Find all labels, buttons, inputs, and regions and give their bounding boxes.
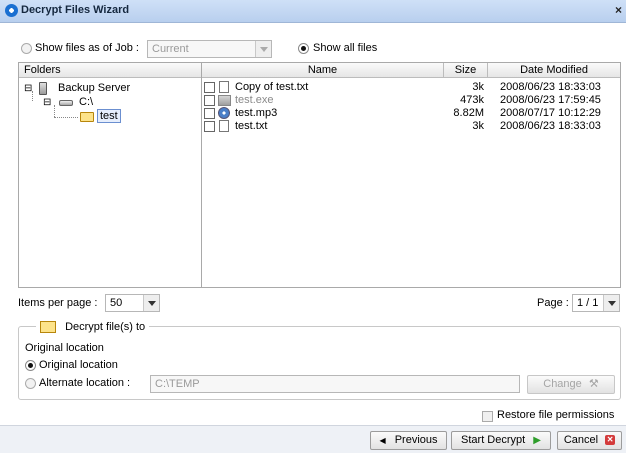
job-select-value: Current: [152, 43, 189, 55]
file-checkbox[interactable]: [204, 95, 215, 106]
decrypt-files-wizard-window: Decrypt Files Wizard × Show files as of …: [0, 0, 626, 453]
page-value: 1 / 1: [577, 297, 599, 309]
tree-node-drive-c[interactable]: ⊟ C:\: [43, 96, 93, 109]
file-date: 2008/06/23 18:33:03: [500, 120, 601, 132]
show-all-option[interactable]: [298, 42, 309, 54]
alternate-location-label: Alternate location :: [39, 377, 131, 389]
file-date: 2008/07/17 10:12:29: [500, 107, 601, 119]
show-by-job-radio[interactable]: [21, 42, 32, 54]
open-folder-icon: [40, 321, 56, 334]
cancel-x-icon: ✕: [605, 435, 616, 446]
tree-node-label-selected: test: [97, 109, 121, 123]
page-label: Page :: [537, 297, 569, 309]
page-select[interactable]: 1 / 1: [572, 294, 620, 312]
tree-node-backup-server[interactable]: ⊟ Backup Server: [24, 82, 130, 95]
file-row[interactable]: Copy of test.txt 3k 2008/06/23 18:33:03: [202, 81, 620, 94]
column-header-name[interactable]: Name: [202, 63, 443, 78]
tree-node-label: C:\: [79, 96, 94, 108]
restore-permissions-label: Restore file permissions: [497, 409, 615, 421]
restore-permissions-checkbox[interactable]: [482, 410, 493, 422]
tree-line: [54, 117, 78, 118]
alternate-location-input[interactable]: C:\TEMP: [150, 375, 520, 393]
folders-header: Folders: [19, 63, 201, 78]
text-file-icon: [219, 81, 229, 93]
file-name: test.exe: [235, 94, 274, 106]
chevron-down-icon: [143, 295, 159, 311]
file-size: 8.82M: [453, 107, 484, 119]
restore-permissions-option[interactable]: [482, 410, 493, 422]
title-bar[interactable]: Decrypt Files Wizard ×: [0, 0, 626, 23]
arrow-left-icon: ◀: [379, 436, 386, 445]
alternate-location-option[interactable]: [25, 377, 36, 389]
column-header-date[interactable]: Date Modified: [488, 63, 620, 78]
show-all-radio[interactable]: [298, 42, 309, 54]
file-date: 2008/06/23 17:59:45: [500, 94, 601, 106]
app-logo-icon: [5, 4, 18, 17]
decrypt-to-title: Decrypt file(s) to: [65, 321, 146, 333]
show-by-job-option[interactable]: [21, 42, 32, 54]
decrypt-to-legend: Decrypt file(s) to: [36, 319, 150, 335]
job-select[interactable]: Current: [147, 40, 272, 58]
file-row[interactable]: test.txt 3k 2008/06/23 18:33:03: [202, 120, 620, 133]
file-row[interactable]: test.mp3 8.82M 2008/07/17 10:12:29: [202, 107, 620, 120]
original-location-option[interactable]: [25, 359, 36, 371]
cancel-button-label: Cancel: [563, 434, 599, 446]
collapse-toggle-icon[interactable]: ⊟: [24, 83, 32, 94]
file-row[interactable]: test.exe 473k 2008/06/23 17:59:45: [202, 94, 620, 107]
file-name: test.mp3: [235, 107, 278, 119]
file-size: 473k: [460, 94, 484, 106]
original-location-radio[interactable]: [25, 359, 36, 371]
files-panel: Name Size Date Modified Copy of test.txt…: [201, 62, 621, 288]
column-header-size[interactable]: Size: [444, 63, 487, 78]
change-button[interactable]: Change ⚒: [527, 375, 615, 394]
items-per-page-label: Items per page :: [18, 297, 98, 309]
file-size: 3k: [472, 120, 484, 132]
previous-button[interactable]: ◀ Previous: [370, 431, 447, 450]
cancel-button[interactable]: Cancel ✕: [557, 431, 622, 450]
chevron-down-icon: [603, 295, 619, 311]
items-per-page-select[interactable]: 50: [105, 294, 160, 312]
original-location-label: Original location: [39, 359, 118, 371]
text-file-icon: [219, 120, 229, 132]
file-name: Copy of test.txt: [235, 81, 309, 93]
file-date: 2008/06/23 18:33:03: [500, 81, 601, 93]
file-checkbox[interactable]: [204, 121, 215, 132]
start-decrypt-button[interactable]: Start Decrypt ▶: [451, 431, 551, 450]
chevron-down-icon: [255, 41, 271, 57]
start-decrypt-button-label: Start Decrypt: [461, 434, 526, 446]
collapse-toggle-icon[interactable]: ⊟: [43, 97, 51, 108]
file-checkbox[interactable]: [204, 108, 215, 119]
change-button-label: Change: [543, 378, 582, 390]
items-per-page-value: 50: [110, 297, 123, 309]
exe-file-icon: [218, 95, 231, 106]
previous-button-label: Previous: [394, 434, 438, 446]
tree-node-label: Backup Server: [58, 82, 131, 94]
alternate-location-value: C:\TEMP: [155, 378, 200, 390]
show-all-label: Show all files: [313, 42, 378, 54]
current-location-label: Original location: [25, 342, 104, 354]
folders-panel: Folders ⊟ Backup Server ⊟ C:\ test: [18, 62, 202, 288]
drive-icon: [59, 100, 73, 106]
folder-icon: [80, 112, 94, 122]
file-size: 3k: [472, 81, 484, 93]
audio-file-icon: [218, 107, 230, 119]
tree-line: [54, 105, 55, 117]
file-checkbox[interactable]: [204, 82, 215, 93]
alternate-location-radio[interactable]: [25, 377, 36, 389]
window-title: Decrypt Files Wizard: [21, 4, 130, 16]
close-button[interactable]: ×: [615, 3, 622, 17]
wrench-icon: ⚒: [588, 378, 599, 390]
show-by-job-label: Show files as of Job :: [35, 42, 139, 54]
play-arrow-icon: ▶: [533, 435, 541, 446]
file-name: test.txt: [235, 120, 268, 132]
server-icon: [39, 82, 47, 95]
